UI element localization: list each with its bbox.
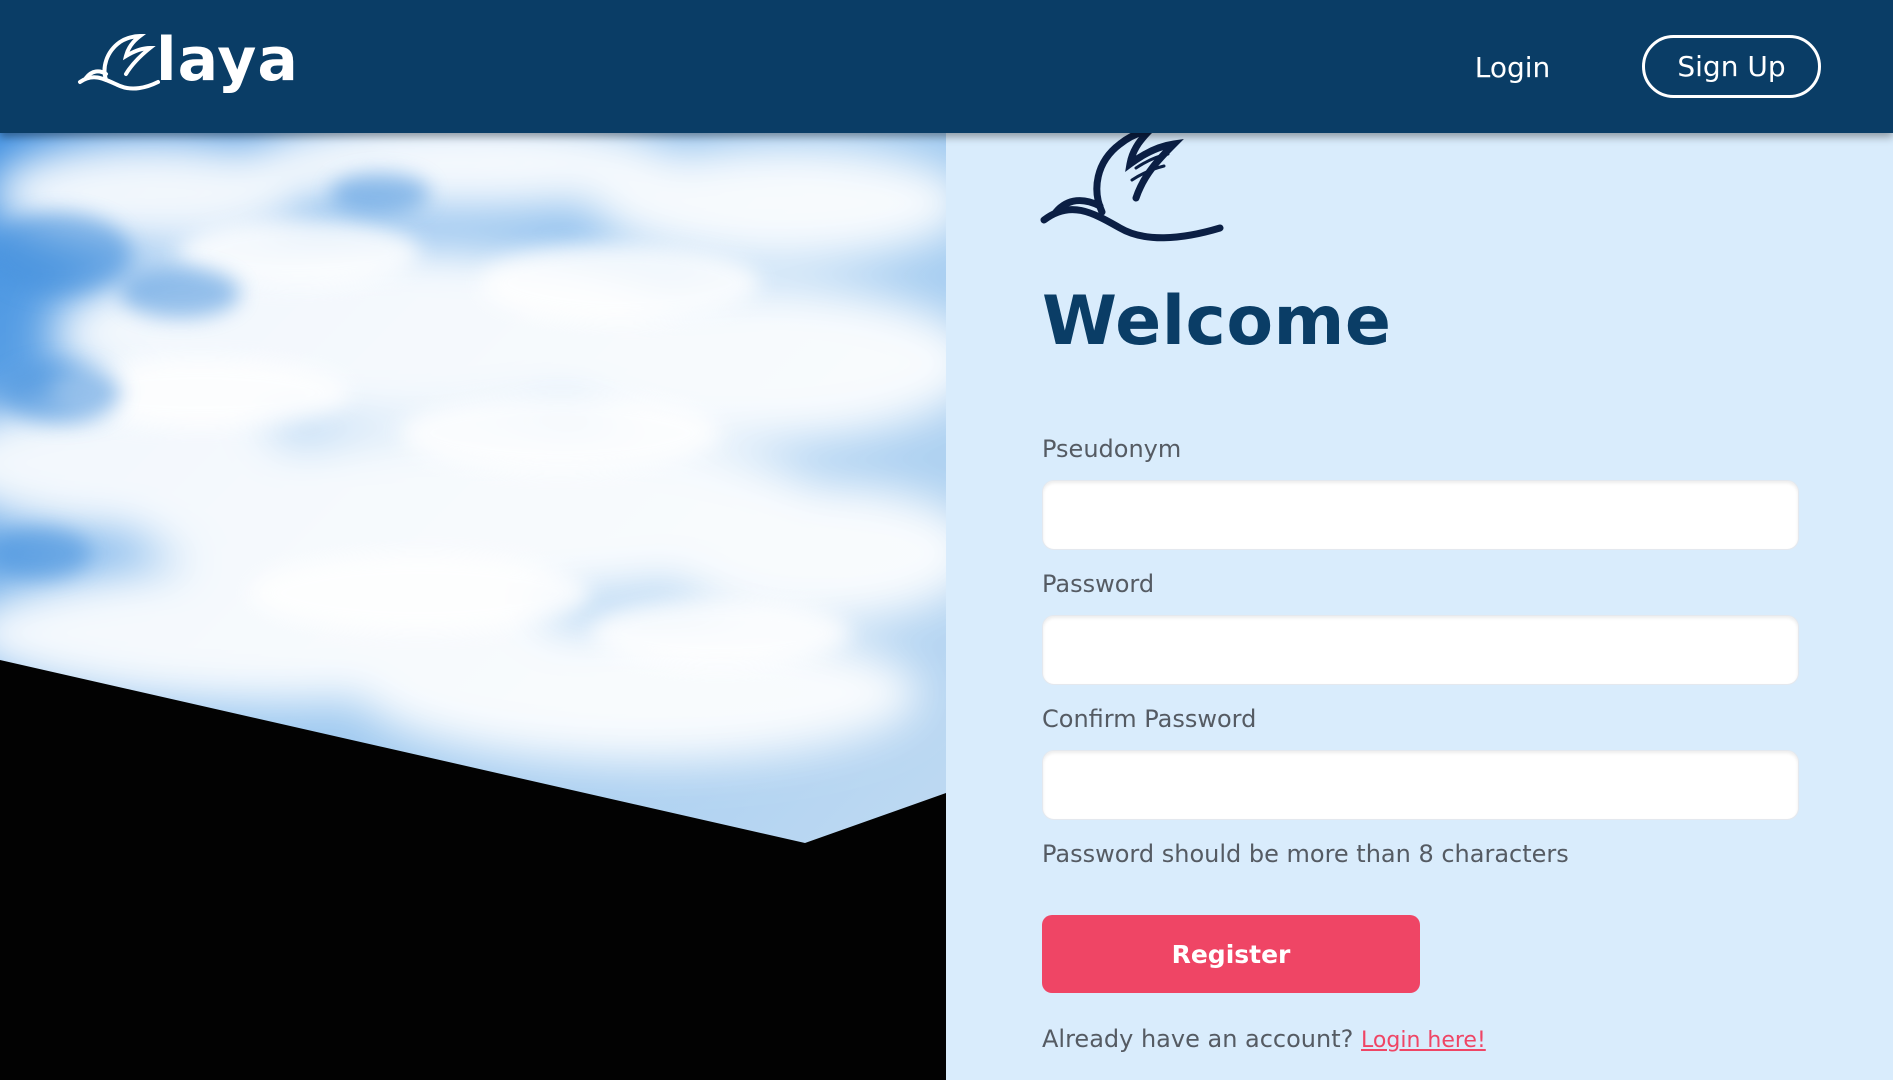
nav-login-link[interactable]: Login	[1440, 40, 1585, 94]
password-label: Password	[1042, 570, 1155, 598]
top-navbar: laya Login Sign Up	[0, 0, 1893, 133]
dove-icon	[1040, 128, 1224, 242]
register-button[interactable]: Register	[1042, 915, 1420, 993]
dove-icon	[78, 33, 160, 91]
confirm-password-label: Confirm Password	[1042, 705, 1257, 733]
login-prompt-text: Already have an account?	[1042, 1025, 1354, 1053]
nav-signup-button[interactable]: Sign Up	[1642, 35, 1821, 98]
login-prompt: Already have an account? Login here!	[1042, 1025, 1486, 1053]
pseudonym-input[interactable]	[1042, 480, 1799, 550]
hero-image	[0, 133, 946, 1080]
brand-logo[interactable]: laya	[76, 25, 299, 100]
pseudonym-label: Pseudonym	[1042, 435, 1182, 463]
brand-name: laya	[156, 25, 299, 95]
password-hint: Password should be more than 8 character…	[1042, 840, 1569, 868]
sky-clouds-photo	[0, 133, 946, 1080]
confirm-password-input[interactable]	[1042, 750, 1799, 820]
welcome-heading: Welcome	[1042, 282, 1392, 361]
password-input[interactable]	[1042, 615, 1799, 685]
login-here-link[interactable]: Login here!	[1361, 1028, 1486, 1053]
